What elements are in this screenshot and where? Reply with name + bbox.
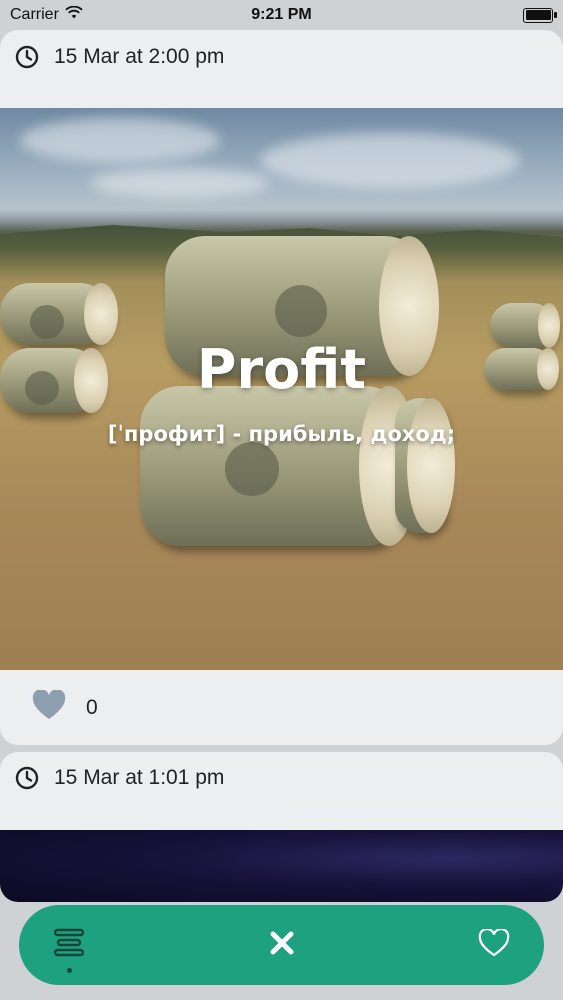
night-sky-image[interactable] — [0, 830, 563, 902]
post-timestamp: 15 Mar at 2:00 pm — [54, 45, 225, 68]
active-indicator-dot — [66, 968, 72, 973]
dismiss-button[interactable] — [260, 923, 304, 967]
status-left: Carrier — [10, 5, 83, 24]
money-rolls-field-image[interactable]: Profit [ˈпрофит] - прибыль, доход; — [0, 108, 563, 670]
status-time: 9:21 PM — [251, 6, 312, 23]
heart-outline-icon — [478, 927, 510, 962]
word-definition: [ˈпрофит] - прибыль, доход; — [107, 422, 456, 446]
like-count: 0 — [86, 695, 98, 719]
post-card[interactable]: 15 Mar at 1:01 pm — [0, 752, 563, 902]
battery-icon — [523, 7, 557, 23]
close-icon — [269, 930, 295, 961]
like-heart-icon[interactable] — [32, 689, 66, 725]
post-card[interactable]: 15 Mar at 2:00 pm Profit [ˈпрофит] - при… — [0, 30, 563, 745]
clock-icon — [14, 44, 40, 75]
word-title: Profit — [196, 338, 367, 401]
money-roll-graphic — [140, 386, 419, 546]
list-icon — [53, 928, 85, 963]
feed-list-button[interactable] — [47, 923, 91, 973]
post-timestamp: 15 Mar at 1:01 pm — [54, 766, 225, 789]
clock-icon — [14, 765, 40, 796]
money-roll-graphic — [395, 398, 455, 533]
post-header: 15 Mar at 1:01 pm — [0, 752, 563, 830]
post-header: 15 Mar at 2:00 pm — [0, 30, 563, 108]
status-bar: Carrier 9:21 PM — [0, 0, 563, 30]
post-footer: 0 — [0, 670, 563, 745]
wifi-icon — [65, 5, 83, 24]
money-roll-graphic — [0, 283, 118, 345]
favorite-button[interactable] — [472, 923, 516, 967]
bottom-nav-bar — [19, 905, 544, 985]
carrier-label: Carrier — [10, 6, 59, 23]
